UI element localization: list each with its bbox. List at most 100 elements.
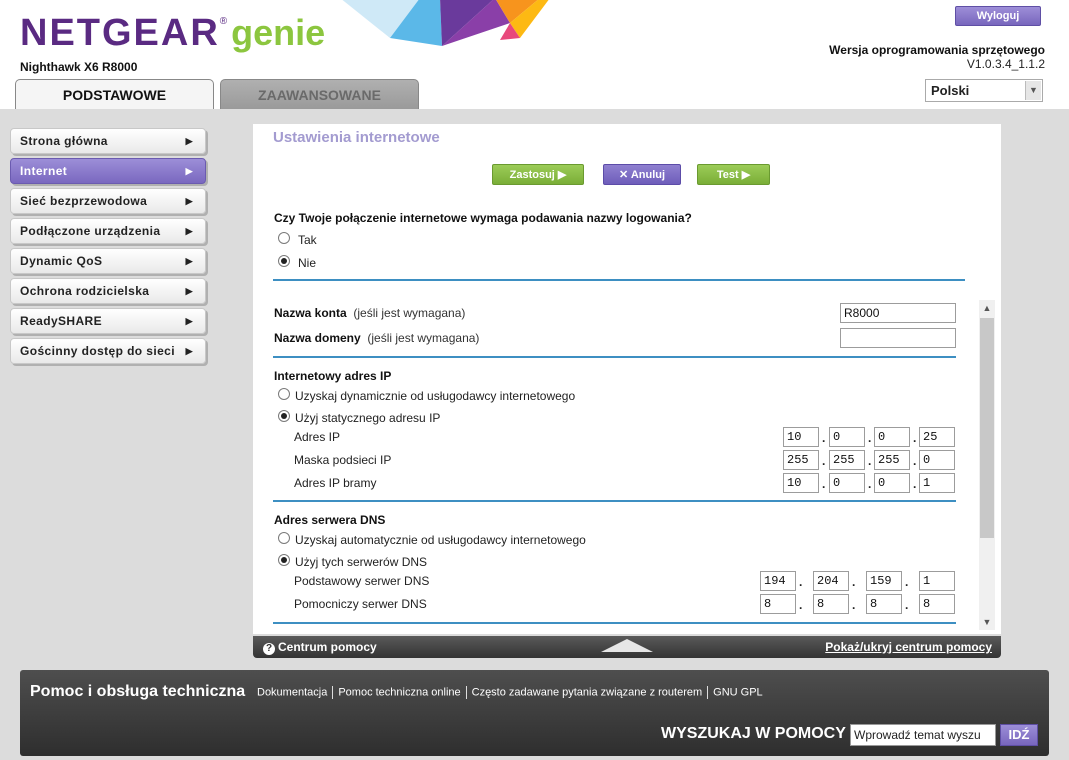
logo-netgear: NETGEAR	[20, 12, 220, 54]
account-name-input[interactable]	[840, 303, 956, 323]
gateway-octet-4[interactable]	[919, 473, 955, 493]
apply-label: Zastosuj	[509, 169, 555, 181]
sidebar-item-home[interactable]: Strona główna ▶	[10, 128, 206, 154]
secondary-dns-octet-3[interactable]	[866, 594, 902, 614]
gateway-octet-1[interactable]	[783, 473, 819, 493]
ip-octet-4[interactable]	[919, 427, 955, 447]
mask-octet-2[interactable]	[829, 450, 865, 470]
scroll-up-icon[interactable]: ▲	[979, 300, 995, 316]
sidebar-item-label: Ochrona rodzicielska	[20, 284, 150, 298]
test-button[interactable]: Test ▶	[697, 164, 770, 185]
apply-button[interactable]: Zastosuj ▶	[492, 164, 584, 185]
scroll-down-icon[interactable]: ▼	[979, 614, 995, 630]
tab-advanced[interactable]: ZAAWANSOWANE	[220, 79, 419, 109]
sidebar-item-label: Strona główna	[20, 134, 108, 148]
ip-dynamic-radio[interactable]	[278, 388, 290, 400]
logout-button[interactable]: Wyloguj	[955, 6, 1041, 26]
ip-address-label: Adres IP	[294, 430, 341, 444]
mask-octet-4[interactable]	[919, 450, 955, 470]
page-title: Ustawienia internetowe	[273, 129, 440, 146]
arrow-right-icon: ▶	[185, 286, 193, 296]
gateway-label: Adres IP bramy	[294, 476, 377, 490]
gateway-octet-2[interactable]	[829, 473, 865, 493]
sidebar-item-dynamic-qos[interactable]: Dynamic QoS ▶	[10, 248, 206, 274]
sidebar-item-readyshare[interactable]: ReadySHARE ▶	[10, 308, 206, 334]
arrow-right-icon: ▶	[185, 196, 193, 206]
link-separator	[332, 686, 334, 699]
login-no-label: Nie	[298, 256, 317, 270]
primary-dns-octet-1[interactable]	[760, 571, 796, 591]
test-label: Test	[716, 169, 739, 181]
support-title: Pomoc i obsługa techniczna	[30, 683, 246, 700]
octet-dot: .	[905, 598, 909, 612]
cancel-button[interactable]: ✕ Anuluj	[603, 164, 681, 185]
sidebar-item-label: ReadySHARE	[20, 314, 103, 328]
mask-octet-3[interactable]	[874, 450, 910, 470]
sidebar-item-parental-controls[interactable]: Ochrona rodzicielska ▶	[10, 278, 206, 304]
sidebar-item-label: Gościnny dostęp do sieci	[20, 344, 175, 358]
help-center-bar: ? Centrum pomocy Pokaż/ukryj centrum pomo…	[253, 636, 1001, 658]
dns-manual-radio[interactable]	[278, 554, 290, 566]
mask-octet-1[interactable]	[783, 450, 819, 470]
arrow-right-icon: ▶	[185, 316, 193, 326]
link-documentation[interactable]: Dokumentacja	[257, 686, 327, 698]
ip-static-label: Użyj statycznego adresu IP	[295, 411, 441, 425]
link-online-support[interactable]: Pomoc techniczna online	[338, 686, 460, 698]
help-center-label[interactable]: ? Centrum pomocy	[263, 640, 377, 655]
octet-dot: .	[905, 575, 909, 589]
arrow-right-icon: ▶	[185, 136, 193, 146]
octet-dot: .	[913, 454, 917, 468]
subnet-mask-label: Maska podsieci IP	[294, 453, 392, 467]
octet-dot: .	[868, 454, 872, 468]
expand-arrow-icon[interactable]	[601, 639, 653, 652]
vertical-scrollbar[interactable]: ▲ ▼	[979, 300, 995, 630]
domain-name-input[interactable]	[840, 328, 956, 348]
support-links: Dokumentacja Pomoc techniczna online Częst…	[257, 686, 763, 699]
divider	[273, 279, 965, 281]
sidebar-item-wireless[interactable]: Sieć bezprzewodowa ▶	[10, 188, 206, 214]
search-help-label: WYSZUKAJ W POMOCY	[661, 725, 846, 742]
primary-dns-octet-4[interactable]	[919, 571, 955, 591]
octet-dot: .	[822, 477, 826, 491]
sidebar-item-label: Podłączone urządzenia	[20, 224, 161, 238]
link-faq[interactable]: Często zadawane pytania związane z route…	[472, 686, 703, 698]
netgear-genie-logo: NETGEAR® genie	[20, 12, 325, 55]
ip-static-radio[interactable]	[278, 410, 290, 422]
optional-note: (jeśli jest wymagana)	[367, 331, 480, 345]
arrow-right-icon: ▶	[185, 346, 193, 356]
settings-scroll-area[interactable]: Nazwa konta (jeśli jest wymagana) Nazwa …	[253, 300, 1001, 630]
chevron-down-icon[interactable]: ▼	[1025, 81, 1041, 100]
language-value: Polski	[931, 83, 970, 98]
link-gnu-gpl[interactable]: GNU GPL	[713, 686, 763, 698]
ip-octet-3[interactable]	[874, 427, 910, 447]
scrollbar-thumb[interactable]	[980, 318, 994, 538]
sidebar-item-internet[interactable]: Internet ▶	[10, 158, 206, 184]
secondary-dns-octet-2[interactable]	[813, 594, 849, 614]
firmware-label: Wersja oprogramowania sprzętowego	[829, 43, 1045, 57]
octet-dot: .	[868, 477, 872, 491]
language-select[interactable]: Polski ▼	[925, 79, 1043, 102]
tab-basic[interactable]: PODSTAWOWE	[15, 79, 214, 109]
primary-dns-octet-2[interactable]	[813, 571, 849, 591]
play-icon: ▶	[741, 169, 751, 181]
ip-octet-1[interactable]	[783, 427, 819, 447]
octet-dot: .	[822, 454, 826, 468]
ip-dynamic-label: Uzyskaj dynamicznie od usługodawcy inter…	[295, 389, 576, 403]
secondary-dns-octet-1[interactable]	[760, 594, 796, 614]
octet-dot: .	[799, 575, 803, 589]
help-icon: ?	[263, 643, 275, 655]
login-no-radio[interactable]	[278, 255, 290, 267]
toggle-help-link[interactable]: Pokaż/ukryj centrum pomocy	[825, 640, 992, 654]
sidebar-item-attached-devices[interactable]: Podłączone urządzenia ▶	[10, 218, 206, 244]
arrow-right-icon: ▶	[185, 166, 193, 176]
cancel-label: Anuluj	[630, 169, 666, 181]
primary-dns-octet-3[interactable]	[866, 571, 902, 591]
ip-octet-2[interactable]	[829, 427, 865, 447]
login-yes-radio[interactable]	[278, 232, 290, 244]
sidebar-item-guest-network[interactable]: Gościnny dostęp do sieci ▶	[10, 338, 206, 364]
gateway-octet-3[interactable]	[874, 473, 910, 493]
dns-auto-radio[interactable]	[278, 532, 290, 544]
search-go-button[interactable]: IDŹ	[1000, 724, 1038, 746]
secondary-dns-octet-4[interactable]	[919, 594, 955, 614]
search-input[interactable]	[850, 724, 996, 746]
